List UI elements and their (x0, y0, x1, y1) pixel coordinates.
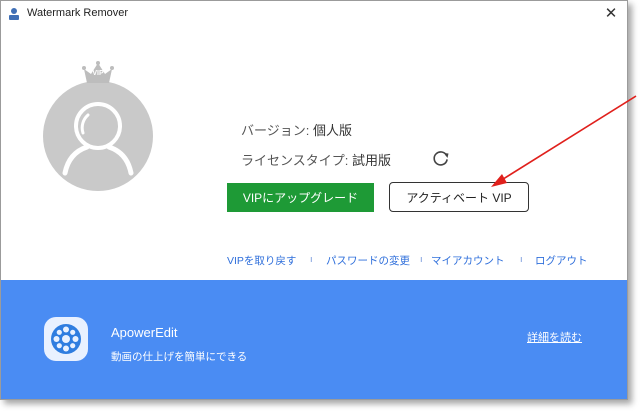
link-separator: ı (310, 254, 313, 264)
version-label: バージョン: (241, 123, 313, 138)
license-label: ライセンスタイプ: (241, 153, 352, 168)
promo-banner: ApowerEdit 動画の仕上げを簡単にできる 詳細を読む (1, 280, 627, 399)
change-password-link[interactable]: パスワードの変更 (326, 253, 410, 268)
app-window: Watermark Remover ✕ VIP バージョン: 個人版 ライセンス… (0, 0, 628, 400)
link-separator: ı (520, 254, 523, 264)
version-value: 個人版 (312, 123, 352, 138)
apoweredit-app-icon[interactable] (43, 316, 89, 362)
logout-link[interactable]: ログアウト (535, 253, 588, 268)
title-bar: Watermark Remover ✕ (1, 1, 627, 29)
avatar[interactable] (43, 81, 153, 191)
license-row: ライセンスタイプ: 試用版 (241, 150, 391, 169)
close-button[interactable]: ✕ (601, 3, 621, 23)
read-more-link[interactable]: 詳細を読む (527, 329, 582, 345)
promo-app-name: ApowerEdit (111, 325, 178, 340)
activate-vip-button[interactable]: アクティベート VIP (389, 182, 529, 212)
user-icon (62, 102, 134, 176)
window-title: Watermark Remover (27, 7, 129, 19)
license-value: 試用版 (351, 153, 391, 168)
upgrade-vip-button[interactable]: VIPにアップグレード (227, 183, 374, 212)
vip-crown-icon: VIP (82, 61, 114, 85)
promo-tagline: 動画の仕上げを簡単にできる (111, 351, 248, 363)
my-account-link[interactable]: マイアカウント (431, 253, 505, 268)
refresh-icon[interactable] (431, 148, 451, 168)
link-separator: ı (420, 254, 423, 264)
profile-avatar-area: VIP (43, 57, 155, 191)
vip-badge-label: VIP (92, 70, 104, 77)
version-row: バージョン: 個人版 (241, 120, 352, 139)
app-icon (9, 8, 19, 20)
restore-vip-link[interactable]: VIPを取り戻す (227, 253, 296, 268)
